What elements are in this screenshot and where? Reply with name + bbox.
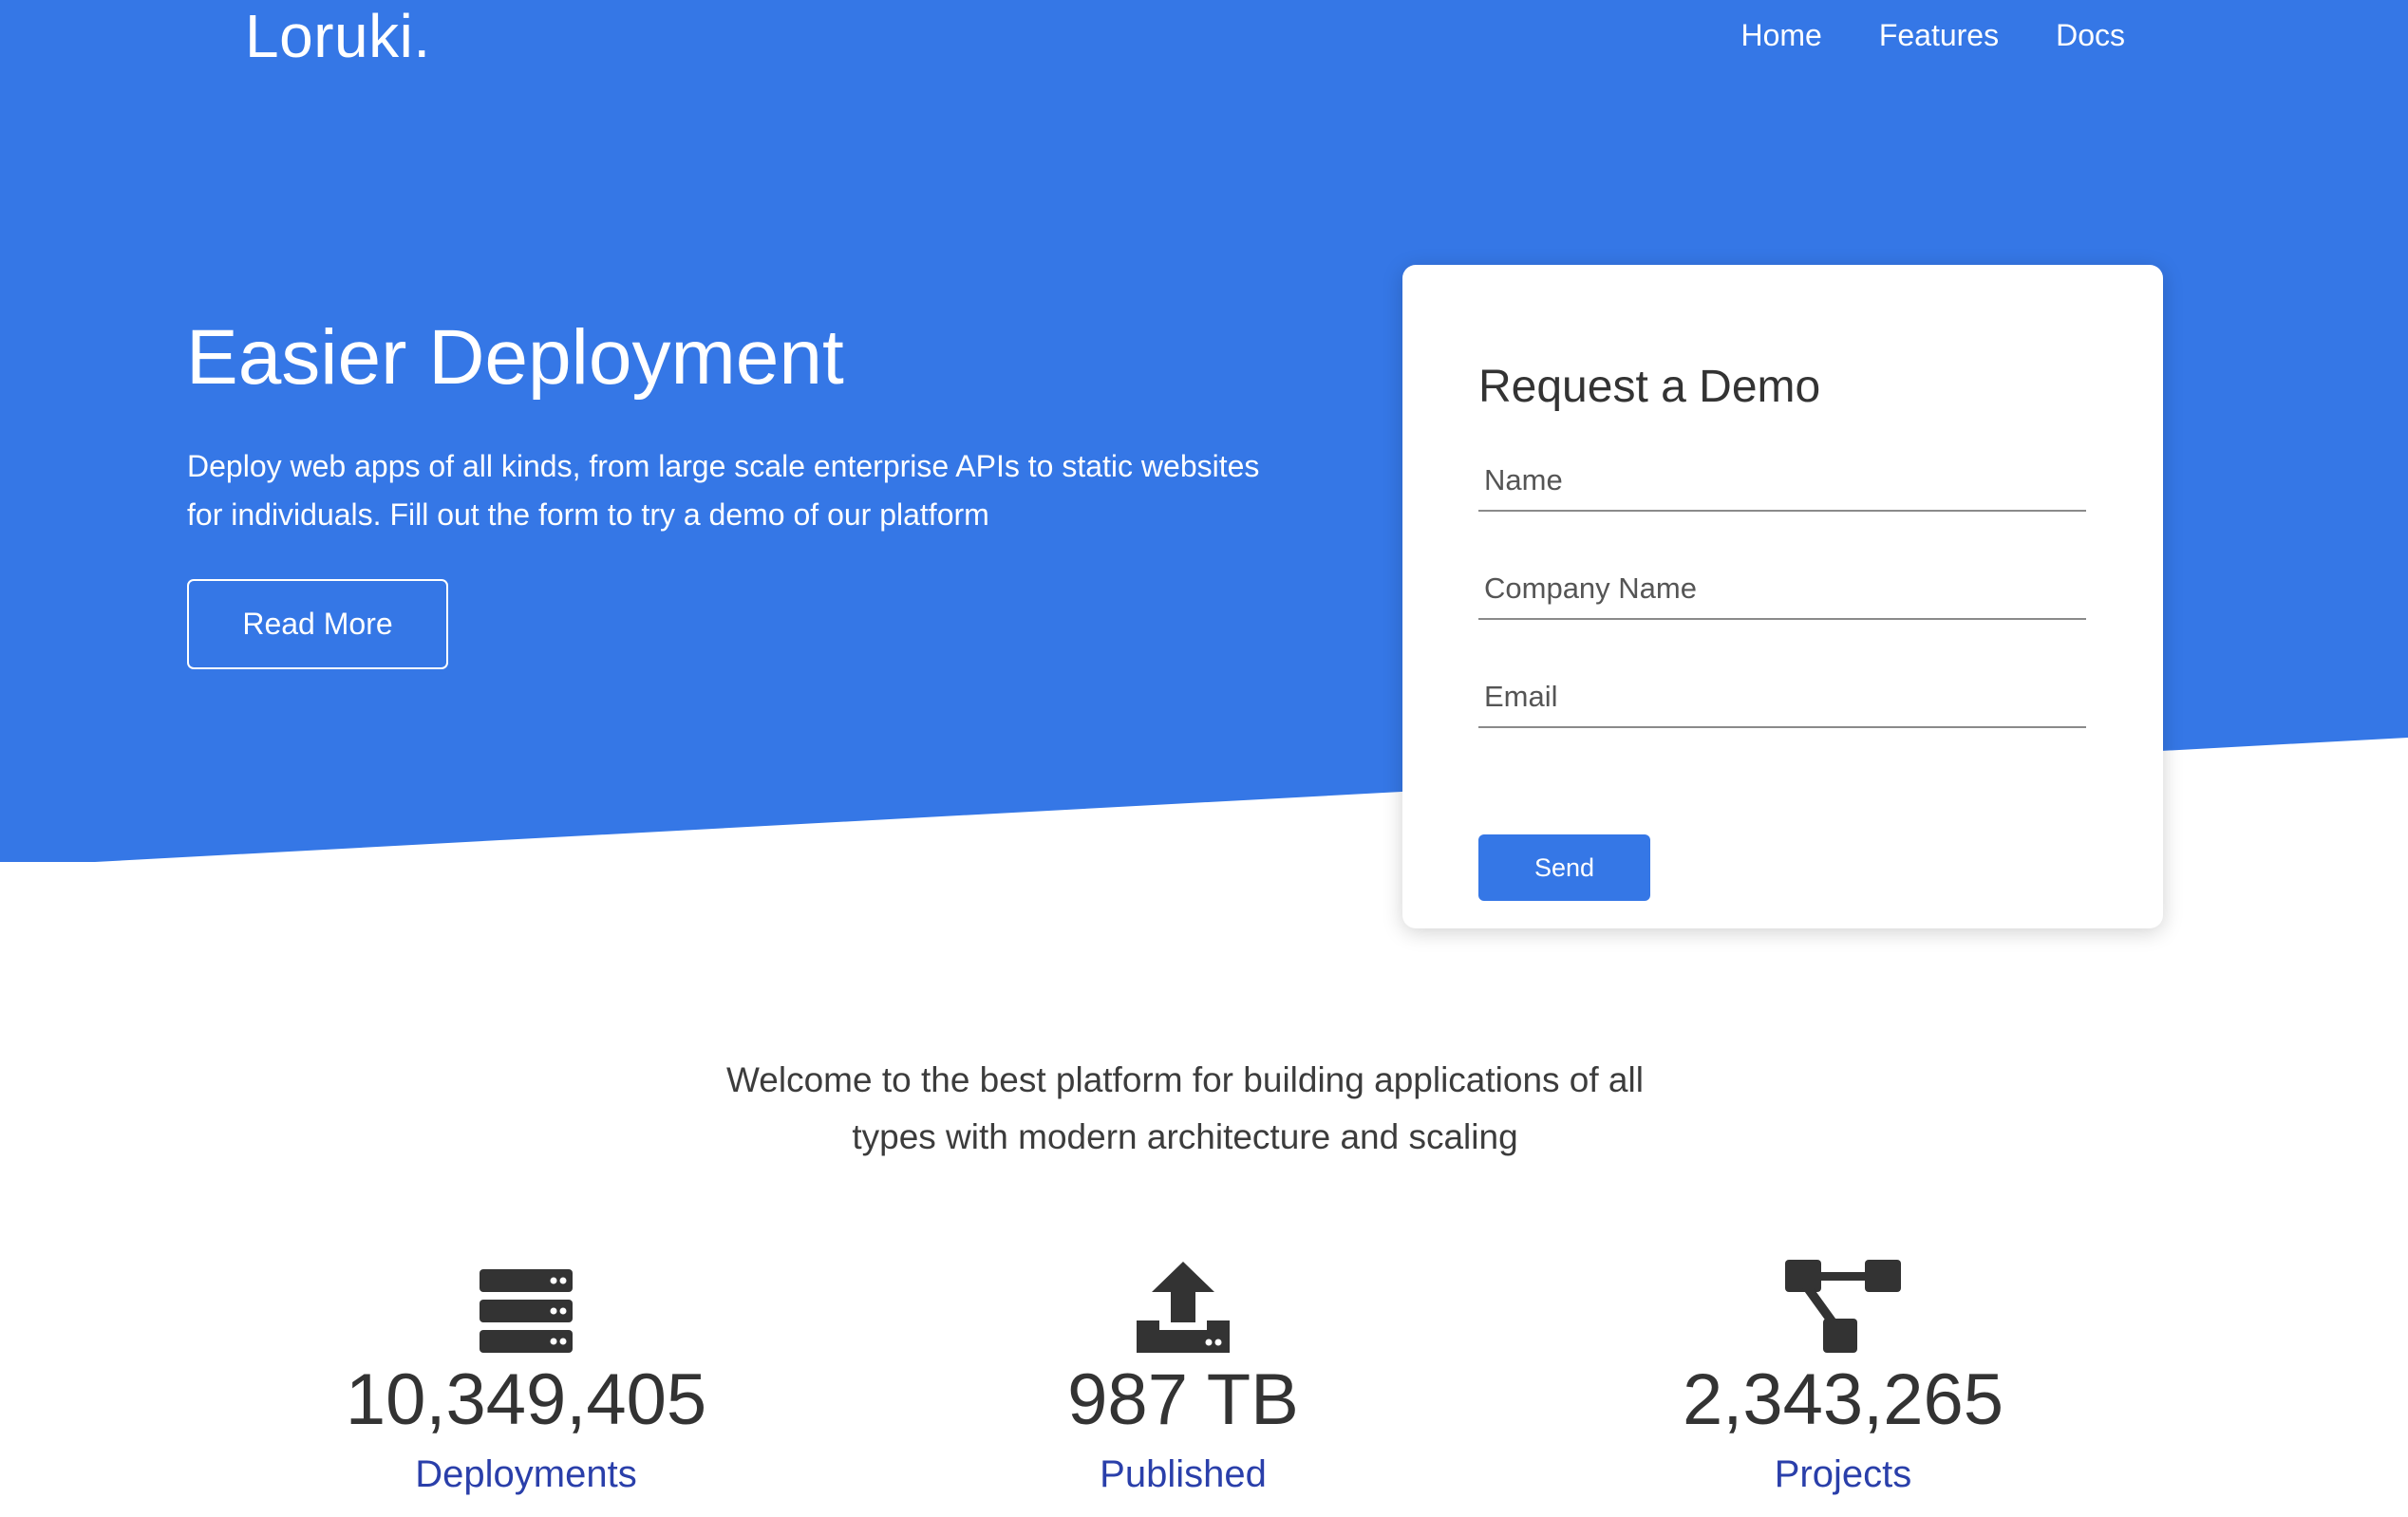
nav-home[interactable]: Home xyxy=(1740,17,1821,53)
read-more-button[interactable]: Read More xyxy=(187,579,448,669)
stat-value: 2,343,265 xyxy=(1682,1359,2004,1440)
nav-docs[interactable]: Docs xyxy=(2056,17,2125,53)
project-diagram-icon xyxy=(1606,1248,2080,1353)
hero-description: Deploy web apps of all kinds, from large… xyxy=(187,449,1260,532)
name-input[interactable] xyxy=(1478,457,2086,512)
company-name-input[interactable] xyxy=(1478,565,2086,620)
stat-label: Projects xyxy=(1774,1452,1912,1495)
stat-projects: 2,343,265 Projects xyxy=(1606,1248,2080,1497)
brand-logo[interactable]: Loruki. xyxy=(245,2,431,72)
email-input[interactable] xyxy=(1478,673,2086,728)
stat-label: Published xyxy=(1100,1452,1267,1495)
welcome-text: Welcome to the best platform for buildin… xyxy=(726,1060,1644,1156)
upload-icon xyxy=(946,1248,1420,1353)
stat-label: Deployments xyxy=(415,1452,637,1495)
stat-value: 10,349,405 xyxy=(345,1359,707,1440)
send-button[interactable]: Send xyxy=(1478,834,1650,901)
stat-value: 987 TB xyxy=(1067,1359,1299,1440)
main-nav: Home Features Docs xyxy=(1740,17,2125,53)
demo-form-title: Request a Demo xyxy=(1478,362,1821,412)
nav-features[interactable]: Features xyxy=(1879,17,1999,53)
stat-published: 987 TB Published xyxy=(946,1248,1420,1497)
stat-deployments: 10,349,405 Deployments xyxy=(289,1248,763,1497)
server-icon xyxy=(289,1248,763,1353)
demo-request-card: Request a Demo Send xyxy=(1402,265,2163,928)
hero-title: Easier Deployment xyxy=(186,314,844,401)
